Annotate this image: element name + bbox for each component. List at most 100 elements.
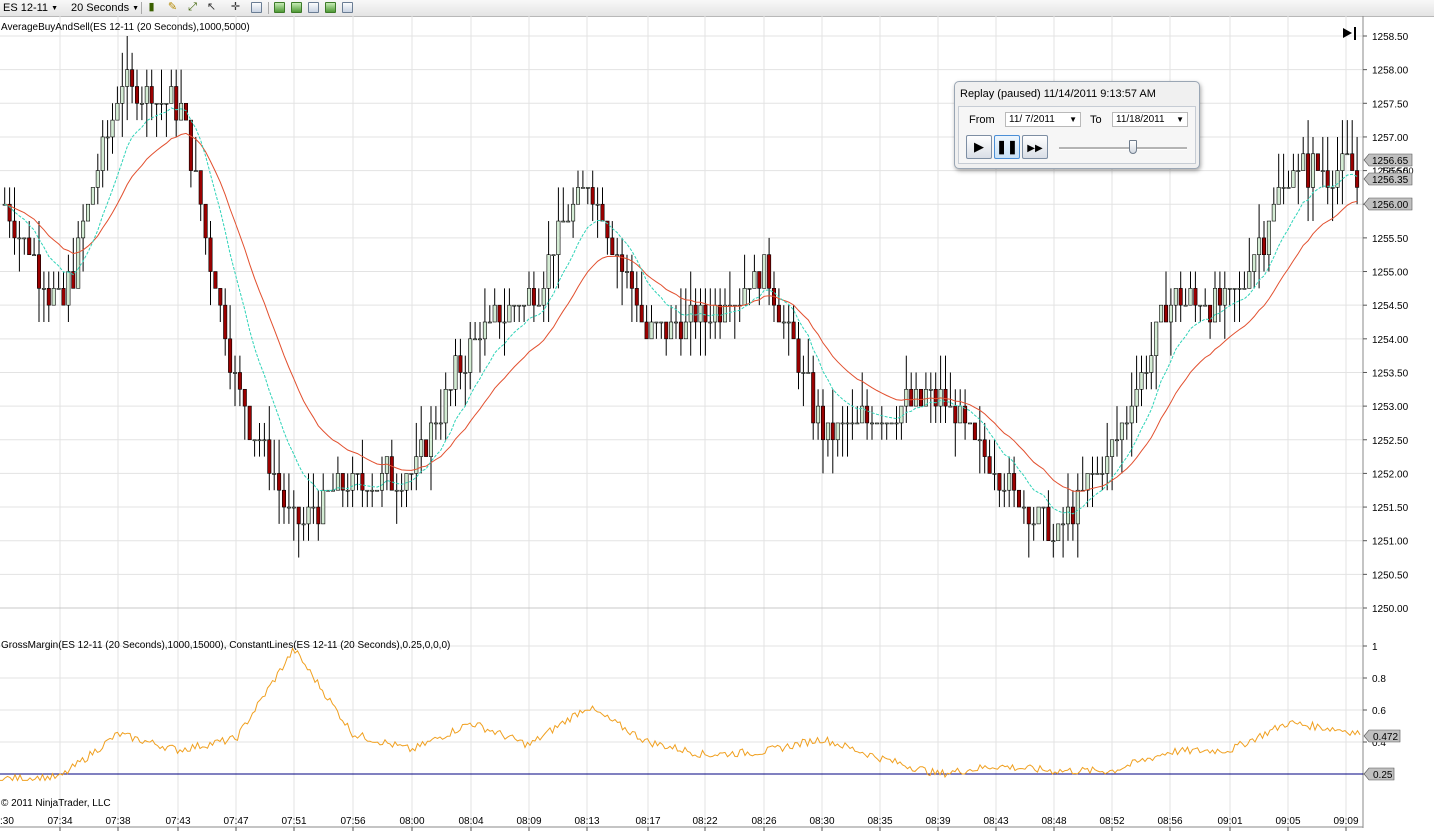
instrument-selector[interactable]: ES 12-11 ▼ [3,1,58,15]
candle-body [296,506,301,525]
cursor-icon[interactable]: ↖ [206,2,217,13]
candle-body [198,170,203,205]
replay-speed-thumb[interactable] [1129,140,1138,154]
candle-body [355,473,360,475]
candle-body [345,489,350,492]
indicators-icon[interactable] [274,2,285,13]
candle-body [1188,288,1193,306]
indicator-axis-label: 0.8 [1372,674,1386,685]
candle-body [1154,321,1159,356]
candle-body [624,271,629,273]
time-axis-label-partial: :30 [0,816,14,827]
candle-body [1012,473,1017,491]
candle-body [1306,153,1311,188]
strategies-icon[interactable] [291,2,302,13]
chevron-down-icon: ▼ [1069,115,1077,124]
candle-body [507,304,512,323]
gross-margin-indicator-label: GrossMargin(ES 12-11 (20 Seconds),1000,1… [1,640,450,651]
to-date-select[interactable]: 11/18/2011 ▼ [1112,112,1188,127]
candle-body [184,102,189,121]
time-axis-label: 08:17 [635,816,660,827]
time-axis-label: 07:38 [105,816,130,827]
fast-forward-button[interactable]: ▶▶ [1022,135,1048,159]
candle-body [566,220,571,223]
replay-title: Replay (paused) 11/14/2011 9:13:57 AM [960,88,1156,100]
candle-body [610,237,615,256]
candle-body [76,237,81,289]
price-axis-label: 1255.50 [1372,234,1409,245]
candle-body [1016,489,1021,508]
candle-body [914,388,919,407]
candle-body [894,422,899,425]
candle-body [1139,372,1144,390]
candle-body [1291,170,1296,188]
chart-properties-icon[interactable] [251,2,262,13]
candle-body [703,304,708,323]
candle-body [889,422,894,425]
candle-body [139,102,144,105]
candle-body [110,119,115,138]
candle-body [428,422,433,457]
price-axis-label: 1257.00 [1372,133,1409,144]
window-icon[interactable] [342,2,353,13]
save-icon[interactable] [325,2,336,13]
to-label: To [1090,114,1102,126]
crosshair-icon[interactable]: ✛ [230,2,241,13]
interval-selector[interactable]: 20 Seconds ▼ [71,1,139,15]
play-icon: ▶ [974,139,984,154]
candle-body [762,254,767,289]
candle-body [477,338,482,341]
time-axis-label: 08:13 [574,816,599,827]
candle-body [203,203,208,239]
time-axis-label: 08:00 [399,816,424,827]
candle-body [458,355,463,373]
gross-margin-value-marker: 0.472 [1363,729,1401,743]
candle-body [404,473,409,491]
candle-body [1320,170,1325,172]
candle-body [193,170,198,172]
price-axis-label: 1258.00 [1372,66,1409,77]
candle-body [36,254,41,289]
candle-body [365,489,370,492]
chart-style-icon[interactable]: ▮ [146,2,157,13]
replay-speed-track[interactable] [1059,147,1187,150]
candle-body [1134,388,1139,407]
candle-body [370,489,375,492]
go-to-end-icon[interactable] [1343,27,1356,40]
time-axis-label: 07:56 [340,816,365,827]
svg-text:0.472: 0.472 [1373,732,1398,743]
candle-body [1330,187,1335,189]
candle-body [845,422,850,425]
candle-body [600,203,605,222]
candle-body [1100,473,1105,475]
from-date-select[interactable]: 11/ 7/2011 ▼ [1005,112,1081,127]
candle-body [375,489,380,492]
candle-body [262,439,267,442]
candle-body [757,271,762,289]
candle-body [286,506,291,509]
candle-body [267,439,272,474]
candle-body [311,506,316,509]
candle-body [125,69,130,87]
candle-body [1217,288,1222,306]
candle-body [130,69,135,87]
candle-body [708,321,713,324]
candle-body [438,422,443,425]
pencil-icon[interactable]: ✎ [167,2,178,13]
candle-body [277,473,282,491]
pause-button[interactable]: ❚❚ [994,135,1020,159]
price-axis-label: 1251.00 [1372,537,1409,548]
candle-body [66,271,71,306]
candle-body [850,422,855,425]
candle-body [492,304,497,323]
price-axis-label: 1251.50 [1372,503,1409,514]
candle-body [179,102,184,121]
zoom-icon[interactable]: ⤢ [187,2,198,13]
play-button[interactable]: ▶ [966,135,992,159]
candle-body [1301,153,1306,171]
candle-body [1222,288,1227,306]
candle-body [1311,153,1316,188]
candle-body [1203,304,1208,307]
replay-window[interactable]: Replay (paused) 11/14/2011 9:13:57 AM Fr… [954,81,1200,169]
data-box-icon[interactable] [308,2,319,13]
